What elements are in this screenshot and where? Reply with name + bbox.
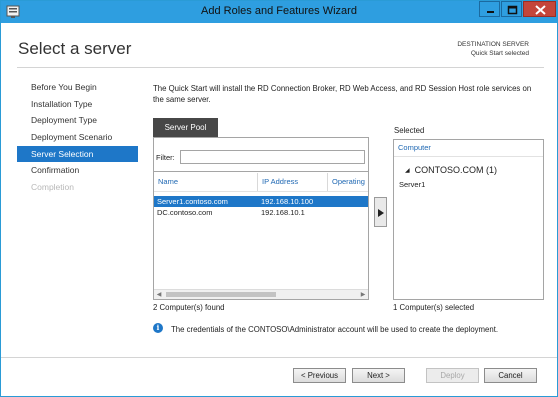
deploy-button: Deploy: [426, 368, 479, 383]
filter-input[interactable]: [180, 150, 365, 164]
page-title: Select a server: [18, 39, 132, 58]
header-divider: [17, 67, 544, 68]
horizontal-scrollbar[interactable]: ◀ ▶: [154, 289, 368, 299]
collapse-triangle-icon[interactable]: ◢: [405, 167, 410, 174]
column-header-operating-system[interactable]: Operating: [332, 177, 365, 186]
scroll-right-icon[interactable]: ▶: [358, 291, 368, 299]
close-icon: [535, 5, 546, 15]
scrollbar-thumb[interactable]: [166, 292, 276, 297]
close-button[interactable]: [523, 1, 556, 17]
right-arrow-icon: [378, 209, 384, 217]
wizard-window: Add Roles and Features Wizard Select a s…: [0, 0, 558, 397]
footer-divider: [1, 357, 557, 358]
cell-name: DC.contoso.com: [157, 208, 213, 217]
scroll-left-icon[interactable]: ◀: [154, 291, 164, 299]
column-divider: [327, 173, 328, 191]
list-item[interactable]: Server1: [399, 180, 425, 189]
window-title: Add Roles and Features Wizard: [201, 5, 357, 17]
computers-selected-count: 1 Computer(s) selected: [393, 303, 475, 312]
maximize-icon: [507, 5, 518, 15]
filter-label: Filter:: [156, 153, 175, 162]
tab-server-pool[interactable]: Server Pool: [153, 118, 218, 138]
table-row[interactable]: Server1.contoso.com 192.168.10.100: [154, 196, 368, 207]
column-header-name[interactable]: Name: [158, 177, 178, 186]
wizard-nav: Before You Begin Installation Type Deplo…: [17, 79, 138, 196]
minimize-icon: [487, 11, 494, 13]
cancel-button[interactable]: Cancel: [484, 368, 537, 383]
previous-button[interactable]: < Previous: [293, 368, 346, 383]
next-button[interactable]: Next >: [352, 368, 405, 383]
header-divider-line: [154, 191, 368, 192]
destination-server-value: Quick Start selected: [470, 50, 529, 57]
domain-group-label: CONTOSO.COM (1): [414, 165, 497, 175]
maximize-button[interactable]: [501, 1, 522, 17]
selected-label: Selected: [394, 126, 425, 135]
cell-name: Server1.contoso.com: [157, 197, 228, 206]
column-header-ip-address[interactable]: IP Address: [262, 177, 298, 186]
nav-item-installation-type[interactable]: Installation Type: [17, 96, 138, 113]
nav-item-confirmation[interactable]: Confirmation: [17, 162, 138, 179]
table-row[interactable]: DC.contoso.com 192.168.10.1: [154, 207, 368, 218]
cell-ip-address: 192.168.10.1: [261, 208, 305, 217]
credentials-info-text: The credentials of the CONTOSO\Administr…: [171, 325, 499, 334]
minimize-button[interactable]: [479, 1, 500, 17]
nav-item-deployment-scenario[interactable]: Deployment Scenario: [17, 129, 138, 146]
title-bar[interactable]: Add Roles and Features Wizard: [1, 1, 557, 23]
destination-server-label: DESTINATION SERVER: [457, 41, 529, 48]
selected-computers-panel: [393, 139, 544, 300]
nav-item-completion: Completion: [31, 182, 74, 193]
nav-item-server-selection[interactable]: Server Selection: [17, 145, 138, 163]
info-icon: i: [153, 323, 163, 333]
intro-text: The Quick Start will install the RD Conn…: [153, 84, 532, 104]
add-to-selected-button[interactable]: [374, 197, 387, 227]
nav-item-deployment-type[interactable]: Deployment Type: [17, 112, 138, 129]
header-divider-line: [394, 156, 543, 157]
column-divider: [257, 173, 258, 191]
cell-ip-address: 192.168.10.100: [261, 197, 314, 206]
grid-top-border: [154, 171, 368, 172]
column-header-computer[interactable]: Computer: [398, 143, 431, 152]
computers-found-count: 2 Computer(s) found: [153, 303, 225, 312]
domain-group[interactable]: ◢ CONTOSO.COM (1): [405, 165, 497, 175]
nav-item-before-you-begin[interactable]: Before You Begin: [17, 79, 138, 96]
